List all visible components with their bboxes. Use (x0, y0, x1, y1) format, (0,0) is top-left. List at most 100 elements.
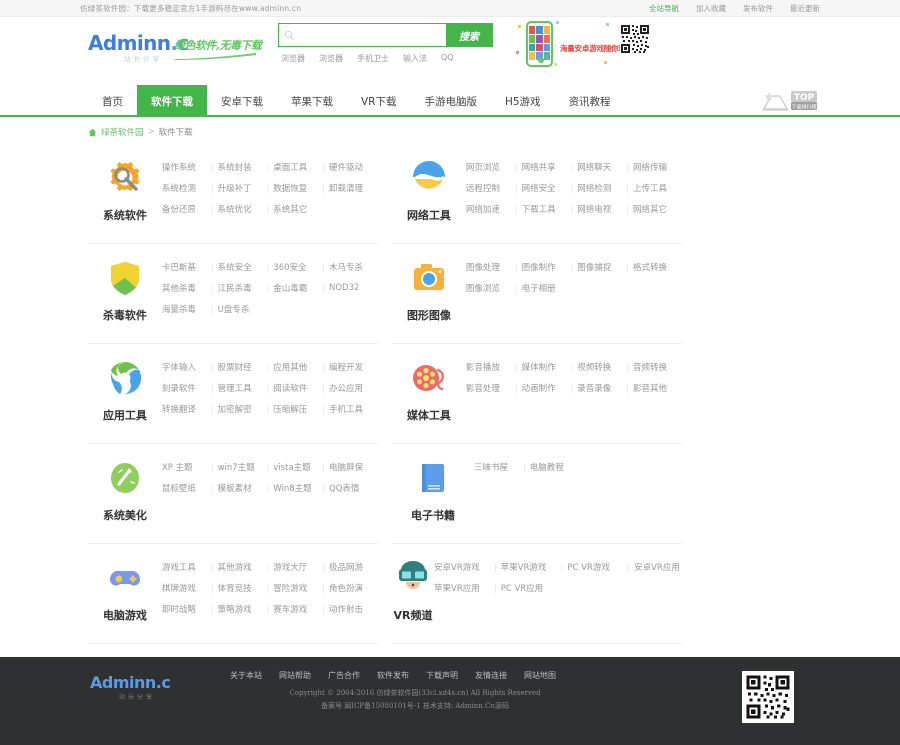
category-link[interactable]: 系统封装 (218, 161, 267, 173)
footer-link-about[interactable]: 关于本站 (230, 670, 262, 681)
category-link[interactable]: 桌面工具 (273, 161, 322, 173)
category-link[interactable]: 网络安全 (522, 182, 571, 194)
category-link[interactable]: 上传工具 (633, 182, 682, 194)
footer-link-publish[interactable]: 软件发布 (377, 670, 409, 681)
category-link[interactable]: XP 主题 (162, 461, 211, 473)
category-link[interactable]: 远程控制 (466, 182, 515, 194)
category-link[interactable]: 赛车游戏 (273, 603, 322, 615)
footer-logo[interactable]: Adminn.c 站长分享 (90, 673, 172, 701)
nav-item-vr[interactable]: VR下载 (347, 85, 410, 117)
category-link[interactable]: 动作射击 (329, 603, 378, 615)
category-link[interactable]: 模板素材 (218, 482, 267, 494)
category-link[interactable]: 体育竞技 (218, 582, 267, 594)
category-link[interactable]: 录音录像 (577, 382, 626, 394)
category-link[interactable]: 电脑屏保 (329, 461, 378, 473)
category-link[interactable]: 三味书屋 (474, 461, 523, 473)
category-link[interactable]: 系统检测 (162, 182, 211, 194)
nav-item-mobile-pc[interactable]: 手游电脑版 (410, 85, 491, 117)
category-link[interactable]: 系统安全 (218, 261, 267, 273)
footer-link-friends[interactable]: 友情连接 (475, 670, 507, 681)
hot-keyword-0[interactable]: 浏览器 (281, 53, 305, 64)
category-link[interactable]: win7主题 (218, 461, 267, 473)
category-link[interactable]: 其他杀毒 (162, 282, 211, 294)
category-link[interactable]: vista主题 (273, 461, 322, 473)
footer-link-disclaimer[interactable]: 下载声明 (426, 670, 458, 681)
category-link[interactable]: 影音播放 (466, 361, 515, 373)
category-link[interactable]: U盘专杀 (218, 303, 267, 315)
category-link[interactable]: 安卓VR游戏 (434, 561, 494, 573)
hot-keyword-1[interactable]: 浏览器 (319, 53, 343, 64)
category-link[interactable]: 图像浏览 (466, 282, 515, 294)
category-link[interactable]: 图像处理 (466, 261, 515, 273)
category-link[interactable]: 压缩解压 (273, 403, 322, 415)
category-link[interactable]: 苹果VR游戏 (501, 561, 561, 573)
hot-keyword-3[interactable]: 输入法 (403, 53, 427, 64)
category-link[interactable]: 系统优化 (218, 203, 267, 215)
category-link[interactable]: 冒险游戏 (273, 582, 322, 594)
category-link[interactable]: 影音其他 (633, 382, 682, 394)
category-link[interactable]: 音频转换 (633, 361, 682, 373)
category-link[interactable]: 下载工具 (522, 203, 571, 215)
hot-keyword-2[interactable]: 手机卫士 (357, 53, 389, 64)
footer-link-help[interactable]: 网站帮助 (279, 670, 311, 681)
category-link[interactable]: 游戏工具 (162, 561, 211, 573)
category-link[interactable]: 应用其他 (273, 361, 322, 373)
category-link[interactable]: 图像制作 (522, 261, 571, 273)
topbar-link-recent-updates[interactable]: 最近更新 (790, 3, 820, 14)
category-link[interactable]: 影音处理 (466, 382, 515, 394)
category-link[interactable]: 网络电视 (577, 203, 626, 215)
nav-item-news-tutorial[interactable]: 资讯教程 (555, 85, 625, 117)
category-link[interactable]: 360安全 (273, 261, 322, 273)
category-link[interactable]: 硬件驱动 (329, 161, 378, 173)
category-link[interactable]: 金山毒霸 (273, 282, 322, 294)
category-link[interactable]: 字体输入 (162, 361, 211, 373)
category-link[interactable]: 卡巴斯基 (162, 261, 211, 273)
nav-item-android[interactable]: 安卓下载 (207, 85, 277, 117)
topbar-link-site-nav[interactable]: 全站导航 (649, 3, 679, 14)
category-link[interactable]: 游戏大厅 (273, 561, 322, 573)
category-link[interactable]: 转换翻译 (162, 403, 211, 415)
search-button[interactable]: 搜索 (446, 24, 492, 46)
footer-link-ads[interactable]: 广告合作 (328, 670, 360, 681)
footer-link-sitemap[interactable]: 网站地图 (524, 670, 556, 681)
category-link[interactable]: 图像捕捉 (577, 261, 626, 273)
hot-keyword-4[interactable]: QQ (441, 53, 454, 64)
search-input[interactable] (299, 24, 446, 46)
category-link[interactable]: 江民杀毒 (218, 282, 267, 294)
category-link[interactable]: 网络其它 (633, 203, 682, 215)
category-link[interactable]: 操作系统 (162, 161, 211, 173)
site-logo[interactable]: Adminn.c 站长分享 绿色软件,无毒下载 (88, 31, 268, 63)
category-link[interactable]: 网络加速 (466, 203, 515, 215)
nav-item-home[interactable]: 首页 (88, 85, 137, 117)
category-link[interactable]: 数据恢复 (273, 182, 322, 194)
top-ranking-badge[interactable]: TOP 下载排行榜 (760, 87, 818, 115)
category-link[interactable]: 网络检测 (577, 182, 626, 194)
category-link[interactable]: 安卓VR应用 (634, 561, 694, 573)
category-link[interactable]: 视频转换 (577, 361, 626, 373)
category-link[interactable]: 格式转换 (633, 261, 682, 273)
category-link[interactable]: 阅读软件 (273, 382, 322, 394)
category-link[interactable]: 刻录软件 (162, 382, 211, 394)
category-link[interactable]: 卸载清理 (329, 182, 378, 194)
category-link[interactable]: 股票财经 (218, 361, 267, 373)
category-link[interactable]: PC VR游戏 (567, 561, 627, 573)
category-link[interactable]: 网络共享 (522, 161, 571, 173)
category-link[interactable]: 即时战略 (162, 603, 211, 615)
category-link[interactable]: 网络传输 (633, 161, 682, 173)
topbar-link-publish-software[interactable]: 发布软件 (743, 3, 773, 14)
category-link[interactable]: 备份还原 (162, 203, 211, 215)
category-link[interactable]: 网页浏览 (466, 161, 515, 173)
category-link[interactable]: 极品网游 (329, 561, 378, 573)
category-link[interactable]: 苹果VR应用 (434, 582, 494, 594)
category-link[interactable]: QQ表情 (329, 482, 378, 494)
category-link[interactable]: 升级补丁 (218, 182, 267, 194)
category-link[interactable]: 管理工具 (218, 382, 267, 394)
category-link[interactable]: 手机工具 (329, 403, 378, 415)
category-link[interactable]: 角色扮演 (329, 582, 378, 594)
category-link[interactable]: 媒体制作 (522, 361, 571, 373)
category-link[interactable]: 海量杀毒 (162, 303, 211, 315)
nav-item-h5-games[interactable]: H5游戏 (491, 85, 555, 117)
category-link[interactable]: 编程开发 (329, 361, 378, 373)
category-link[interactable]: 加密解密 (218, 403, 267, 415)
category-link[interactable]: 棋牌游戏 (162, 582, 211, 594)
